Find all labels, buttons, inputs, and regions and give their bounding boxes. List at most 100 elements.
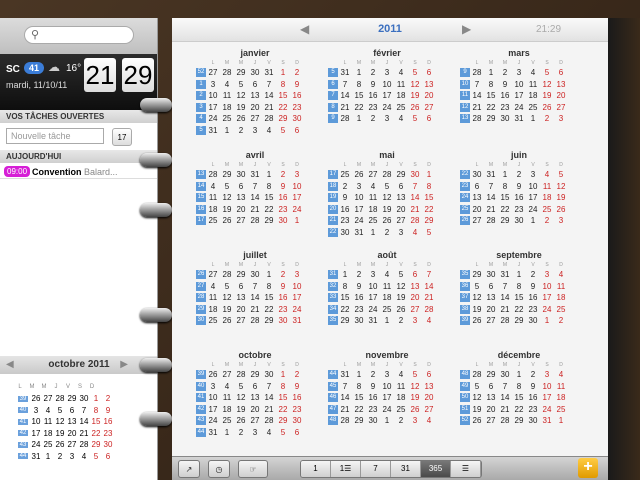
- day-cell[interactable]: 6: [248, 382, 262, 391]
- day-cell[interactable]: 24: [380, 405, 394, 414]
- day-cell[interactable]: 14: [248, 293, 262, 302]
- day-cell[interactable]: 7: [498, 382, 512, 391]
- day-cell[interactable]: 3: [512, 68, 526, 77]
- mini-day[interactable]: 18: [42, 429, 54, 438]
- day-cell[interactable]: 30: [234, 170, 248, 179]
- day-cell[interactable]: 11: [394, 382, 408, 391]
- day-cell[interactable]: 26: [234, 416, 248, 425]
- day-cell[interactable]: 21: [262, 103, 276, 112]
- day-cell[interactable]: 6: [422, 370, 436, 379]
- day-cell[interactable]: 21: [498, 405, 512, 414]
- day-cell[interactable]: 16: [366, 393, 380, 402]
- day-cell[interactable]: 31: [338, 370, 352, 379]
- day-cell[interactable]: 18: [540, 193, 554, 202]
- week-number[interactable]: 35: [460, 270, 470, 280]
- day-cell[interactable]: 28: [484, 216, 498, 225]
- month-name[interactable]: novembre: [328, 350, 446, 360]
- day-cell[interactable]: 1: [422, 170, 436, 179]
- day-cell[interactable]: 29: [234, 270, 248, 279]
- day-cell[interactable]: 30: [262, 370, 276, 379]
- day-cell[interactable]: 28: [408, 216, 422, 225]
- week-number[interactable]: 33: [328, 293, 338, 303]
- day-cell[interactable]: 2: [338, 182, 352, 191]
- day-cell[interactable]: 8: [512, 282, 526, 291]
- mini-day[interactable]: 1: [90, 394, 102, 403]
- day-cell[interactable]: 27: [366, 170, 380, 179]
- week-number[interactable]: 24: [460, 193, 470, 203]
- day-cell[interactable]: 6: [408, 270, 422, 279]
- day-cell[interactable]: 27: [422, 103, 436, 112]
- day-cell[interactable]: 2: [540, 114, 554, 123]
- day-cell[interactable]: 1: [220, 126, 234, 135]
- day-cell[interactable]: 18: [394, 393, 408, 402]
- day-cell[interactable]: 12: [540, 80, 554, 89]
- week-number[interactable]: 6: [328, 79, 338, 89]
- day-cell[interactable]: 30: [248, 270, 262, 279]
- week-number[interactable]: 22: [460, 170, 470, 180]
- day-cell[interactable]: 22: [498, 205, 512, 214]
- day-cell[interactable]: 10: [290, 282, 304, 291]
- day-cell[interactable]: 6: [422, 68, 436, 77]
- week-number[interactable]: 47: [328, 404, 338, 414]
- day-cell[interactable]: 31: [248, 170, 262, 179]
- day-cell[interactable]: 21: [338, 103, 352, 112]
- day-cell[interactable]: 13: [408, 282, 422, 291]
- week-number[interactable]: 9: [328, 114, 338, 124]
- day-cell[interactable]: 3: [408, 416, 422, 425]
- day-cell[interactable]: 20: [234, 205, 248, 214]
- day-cell[interactable]: 19: [554, 193, 568, 202]
- mini-day[interactable]: 2: [102, 394, 114, 403]
- day-cell[interactable]: 27: [554, 103, 568, 112]
- day-cell[interactable]: 4: [554, 270, 568, 279]
- day-cell[interactable]: 24: [540, 405, 554, 414]
- day-cell[interactable]: 28: [380, 170, 394, 179]
- day-cell[interactable]: 21: [408, 205, 422, 214]
- day-cell[interactable]: 4: [262, 126, 276, 135]
- day-cell[interactable]: 5: [540, 68, 554, 77]
- day-cell[interactable]: 15: [262, 193, 276, 202]
- day-cell[interactable]: 29: [498, 216, 512, 225]
- event-item[interactable]: 09:00 Convention Balard...: [0, 163, 157, 179]
- day-cell[interactable]: 16: [290, 91, 304, 100]
- day-cell[interactable]: 3: [380, 68, 394, 77]
- day-cell[interactable]: 3: [540, 270, 554, 279]
- day-cell[interactable]: 20: [248, 405, 262, 414]
- day-cell[interactable]: 28: [470, 68, 484, 77]
- day-cell[interactable]: 11: [526, 80, 540, 89]
- mini-day[interactable]: 3: [30, 406, 42, 415]
- week-number[interactable]: 51: [460, 404, 470, 414]
- day-cell[interactable]: 25: [394, 405, 408, 414]
- day-cell[interactable]: 12: [220, 293, 234, 302]
- day-cell[interactable]: 20: [234, 305, 248, 314]
- day-cell[interactable]: 17: [512, 91, 526, 100]
- day-cell[interactable]: 24: [540, 305, 554, 314]
- day-cell[interactable]: 4: [206, 182, 220, 191]
- day-cell[interactable]: 22: [484, 103, 498, 112]
- mini-day[interactable]: 9: [102, 406, 114, 415]
- day-cell[interactable]: 24: [512, 103, 526, 112]
- mini-day[interactable]: 26: [30, 394, 42, 403]
- day-cell[interactable]: 28: [498, 416, 512, 425]
- day-cell[interactable]: 16: [526, 293, 540, 302]
- day-cell[interactable]: 9: [526, 282, 540, 291]
- new-task-input[interactable]: Nouvelle tâche: [6, 128, 104, 144]
- view-button-3[interactable]: 31: [391, 461, 421, 477]
- day-cell[interactable]: 9: [352, 282, 366, 291]
- day-cell[interactable]: 25: [554, 405, 568, 414]
- month-name[interactable]: décembre: [460, 350, 578, 360]
- day-cell[interactable]: 2: [540, 216, 554, 225]
- day-cell[interactable]: 23: [498, 103, 512, 112]
- day-cell[interactable]: 17: [380, 393, 394, 402]
- day-cell[interactable]: 9: [366, 382, 380, 391]
- day-cell[interactable]: 30: [290, 416, 304, 425]
- day-cell[interactable]: 10: [540, 282, 554, 291]
- day-cell[interactable]: 31: [498, 270, 512, 279]
- day-cell[interactable]: 22: [352, 103, 366, 112]
- day-cell[interactable]: 5: [554, 170, 568, 179]
- day-cell[interactable]: 27: [408, 305, 422, 314]
- day-cell[interactable]: 15: [512, 393, 526, 402]
- day-cell[interactable]: 26: [206, 370, 220, 379]
- day-cell[interactable]: 15: [422, 193, 436, 202]
- day-cell[interactable]: 2: [366, 114, 380, 123]
- day-cell[interactable]: 27: [248, 416, 262, 425]
